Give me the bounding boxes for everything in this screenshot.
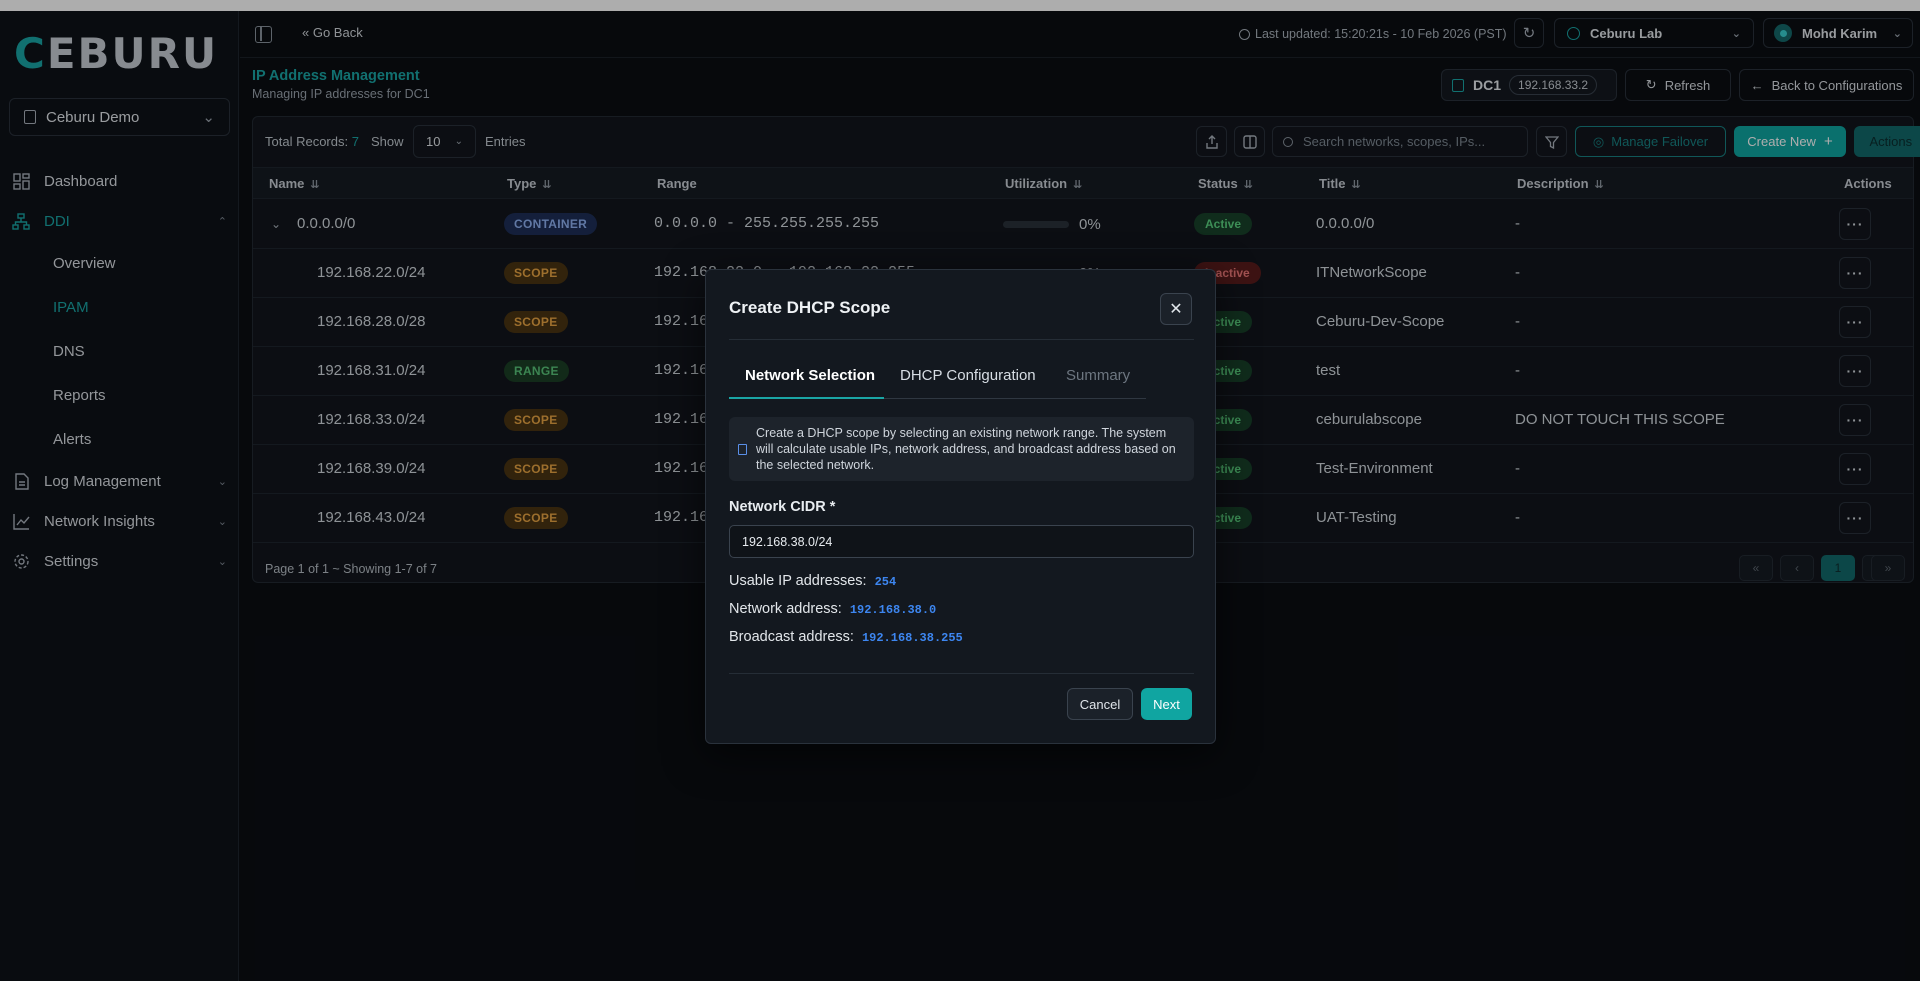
info-text: Create a DHCP scope by selecting an exis… (756, 426, 1176, 472)
network-address-row: Network address: 192.168.38.0 (729, 601, 936, 617)
network-cidr-input[interactable]: 192.168.38.0/24 (729, 525, 1194, 558)
usable-ip-row: Usable IP addresses: 254 (729, 573, 896, 589)
dialog-tabs: Network Selection DHCP Configuration Sum… (729, 367, 1146, 399)
create-dhcp-scope-dialog: Create DHCP Scope ✕ Network Selection DH… (705, 269, 1216, 744)
broadcast-address-value: 192.168.38.255 (861, 631, 963, 645)
document-icon (738, 444, 747, 455)
network-cidr-label: Network CIDR * (729, 499, 836, 515)
next-button[interactable]: Next (1141, 688, 1192, 720)
usable-ip-label: Usable IP addresses: (729, 573, 867, 589)
dialog-title: Create DHCP Scope (729, 298, 891, 317)
tab-summary[interactable]: Summary (1066, 367, 1130, 399)
tab-network-selection[interactable]: Network Selection (729, 367, 884, 399)
close-button[interactable]: ✕ (1160, 293, 1192, 325)
broadcast-address-row: Broadcast address: 192.168.38.255 (729, 629, 963, 645)
cancel-button[interactable]: Cancel (1067, 688, 1133, 720)
divider (729, 339, 1194, 340)
close-icon: ✕ (1169, 301, 1183, 318)
network-address-label: Network address: (729, 601, 842, 617)
usable-ip-value: 254 (874, 575, 897, 589)
tab-dhcp-configuration[interactable]: DHCP Configuration (900, 367, 1036, 399)
divider (729, 673, 1194, 674)
network-cidr-value: 192.168.38.0/24 (742, 534, 833, 549)
broadcast-address-label: Broadcast address: (729, 629, 854, 645)
info-callout: Create a DHCP scope by selecting an exis… (729, 417, 1194, 481)
network-address-value: 192.168.38.0 (849, 603, 937, 617)
